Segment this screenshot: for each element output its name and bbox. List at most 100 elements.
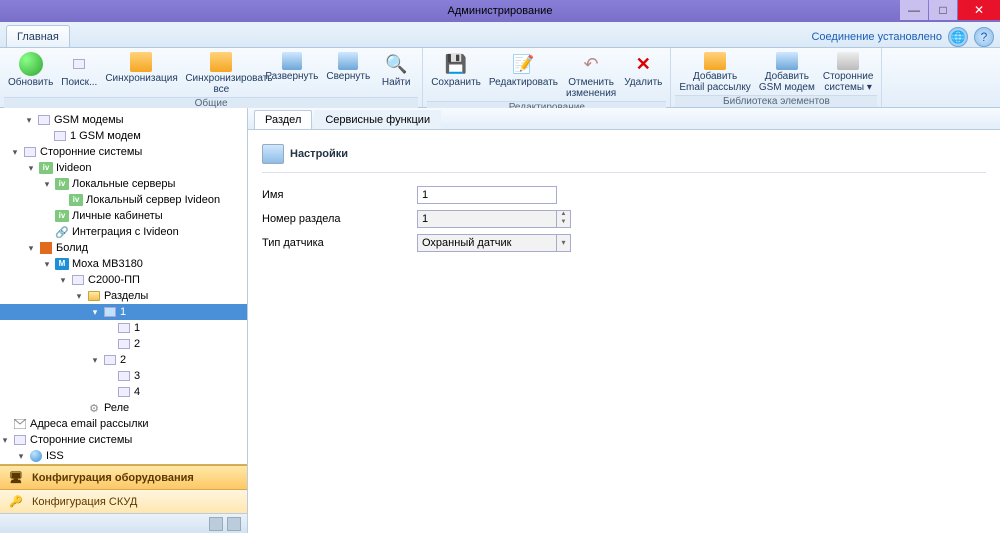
accordion-skud[interactable]: 🔑Конфигурация СКУД — [0, 489, 247, 513]
sensor-icon — [116, 385, 132, 399]
sensor-icon — [116, 321, 132, 335]
twisty-icon[interactable]: ▾ — [90, 307, 100, 318]
help-icon[interactable]: ? — [974, 27, 994, 47]
titlebar: Администрирование — □ ✕ — [0, 0, 1000, 22]
ivideon-icon: iv — [54, 209, 70, 223]
delete-icon: ✕ — [631, 52, 655, 76]
left-pane-footer — [0, 513, 247, 533]
razdel-icon — [102, 353, 118, 367]
twisty-icon[interactable]: ▾ — [0, 435, 10, 446]
tab-service-functions[interactable]: Сервисные функции — [314, 110, 441, 129]
tree-iss[interactable]: ▾ISS — [0, 448, 247, 464]
collapse-icon — [338, 52, 358, 70]
tree-razdel-1[interactable]: ▾1 — [0, 304, 247, 320]
collapse-button[interactable]: Свернуть — [322, 50, 374, 97]
ribbon-group-library-label: Библиотека элементов — [675, 95, 877, 107]
tree-email-addresses[interactable]: Адреса email рассылки — [0, 416, 247, 432]
row-name: Имя 1 — [262, 183, 986, 207]
tree-s2000pp[interactable]: ▾С2000-ПП — [0, 272, 247, 288]
tree-local-srv-ivideon[interactable]: ivЛокальный сервер Ivideon — [0, 192, 247, 208]
modem-icon — [52, 129, 68, 143]
add-email-icon — [704, 52, 726, 70]
right-pane: Раздел Сервисные функции Настройки Имя 1… — [248, 108, 1000, 533]
tree[interactable]: ▾GSM модемы 1 GSM модем ▾Сторонние систе… — [0, 108, 247, 464]
tree-item-1[interactable]: 1 — [0, 320, 247, 336]
find-button[interactable]: 🔍Найти — [374, 50, 418, 97]
twisty-icon[interactable]: ▾ — [24, 115, 34, 126]
twisty-icon[interactable]: ▾ — [10, 147, 20, 158]
sync-all-button[interactable]: Синхронизировать все — [181, 50, 261, 97]
tree-gsm-1[interactable]: 1 GSM модем — [0, 128, 247, 144]
input-number[interactable]: 1 — [417, 210, 557, 228]
left-pane: ▾GSM модемы 1 GSM модем ▾Сторонние систе… — [0, 108, 248, 533]
add-gsm-button[interactable]: Добавить GSM модем — [755, 50, 819, 95]
select-sensor-type[interactable]: Охранный датчик — [417, 234, 557, 252]
tree-razdel-2[interactable]: ▾2 — [0, 352, 247, 368]
delete-button[interactable]: ✕Удалить — [620, 50, 666, 101]
maximize-button[interactable]: □ — [929, 0, 957, 20]
ivideon-icon: iv — [54, 177, 70, 191]
cancel-changes-button[interactable]: ↶Отменить изменения — [562, 50, 620, 101]
tree-third-party-2[interactable]: ▾Сторонние системы — [0, 432, 247, 448]
footer-icon-2[interactable] — [227, 517, 241, 531]
twisty-icon[interactable]: ▾ — [58, 275, 68, 286]
tree-bolid[interactable]: ▾Болид — [0, 240, 247, 256]
edit-button[interactable]: 📝Редактировать — [485, 50, 562, 101]
tree-item-4[interactable]: 4 — [0, 384, 247, 400]
third-party-button[interactable]: Сторонние системы ▾ — [819, 50, 878, 95]
ribbon-group-library: Добавить Email рассылку Добавить GSM мод… — [671, 48, 882, 107]
tree-local-servers[interactable]: ▾ivЛокальные серверы — [0, 176, 247, 192]
properties-section-header: Настройки — [262, 140, 986, 173]
input-name[interactable]: 1 — [417, 186, 557, 204]
tree-item-3[interactable]: 3 — [0, 368, 247, 384]
minimize-button[interactable]: — — [900, 0, 928, 20]
folder-icon — [36, 113, 52, 127]
twisty-icon[interactable]: ▾ — [74, 291, 84, 302]
tree-item-2[interactable]: 2 — [0, 336, 247, 352]
twisty-icon[interactable]: ▾ — [42, 259, 52, 270]
tab-razdel[interactable]: Раздел — [254, 110, 312, 129]
sync-all-icon — [210, 52, 232, 72]
label-sensor-type: Тип датчика — [262, 237, 417, 249]
twisty-icon[interactable]: ▾ — [26, 163, 36, 174]
chevron-down-icon[interactable]: ▾ — [557, 234, 571, 252]
folder-icon — [86, 289, 102, 303]
ribbon-tabrow: Главная Соединение установлено 🌐 ? — [0, 22, 1000, 48]
twisty-icon[interactable]: ▾ — [26, 243, 36, 254]
twisty-icon[interactable]: ▾ — [16, 451, 26, 462]
mail-icon — [12, 417, 28, 431]
save-button[interactable]: 💾Сохранить — [427, 50, 485, 101]
footer-icon-1[interactable] — [209, 517, 223, 531]
device-icon — [70, 273, 86, 287]
tree-gsm-modems[interactable]: ▾GSM модемы — [0, 112, 247, 128]
connection-status-area: Соединение установлено 🌐 ? — [811, 27, 994, 47]
accordion-equipment[interactable]: 🖥Конфигурация оборудования — [0, 465, 247, 489]
folder-icon — [12, 433, 28, 447]
tree-moxa[interactable]: ▾MMoxa MB3180 — [0, 256, 247, 272]
tree-razdely[interactable]: ▾Разделы — [0, 288, 247, 304]
tree-rele[interactable]: ⚙Реле — [0, 400, 247, 416]
label-name: Имя — [262, 189, 417, 201]
expand-icon — [282, 52, 302, 70]
tree-third-party[interactable]: ▾Сторонние системы — [0, 144, 247, 160]
twisty-icon[interactable]: ▾ — [90, 355, 100, 366]
tab-main[interactable]: Главная — [6, 25, 70, 47]
window-controls: — □ ✕ — [900, 0, 1000, 20]
search-button[interactable]: Поиск... — [57, 50, 101, 97]
spinner-number[interactable]: ▲▼ — [557, 210, 571, 228]
tree-personal[interactable]: ivЛичные кабинеты — [0, 208, 247, 224]
refresh-icon — [19, 52, 43, 76]
tree-integration-ivideon[interactable]: 🔗Интеграция с Ivideon — [0, 224, 247, 240]
sync-button[interactable]: Синхронизация — [101, 50, 181, 97]
equipment-icon: 🖥 — [8, 471, 24, 485]
ribbon-group-edit: 💾Сохранить 📝Редактировать ↶Отменить изме… — [423, 48, 671, 107]
refresh-button[interactable]: Обновить — [4, 50, 57, 97]
close-button[interactable]: ✕ — [958, 0, 1000, 20]
expand-button[interactable]: Развернуть — [261, 50, 322, 97]
twisty-icon[interactable]: ▾ — [42, 179, 52, 190]
add-email-button[interactable]: Добавить Email рассылку — [675, 50, 754, 95]
globe-icon[interactable]: 🌐 — [948, 27, 968, 47]
globe-icon — [28, 449, 44, 463]
tree-ivideon[interactable]: ▾ivIvideon — [0, 160, 247, 176]
chevron-up-icon: ▲ — [557, 211, 570, 219]
